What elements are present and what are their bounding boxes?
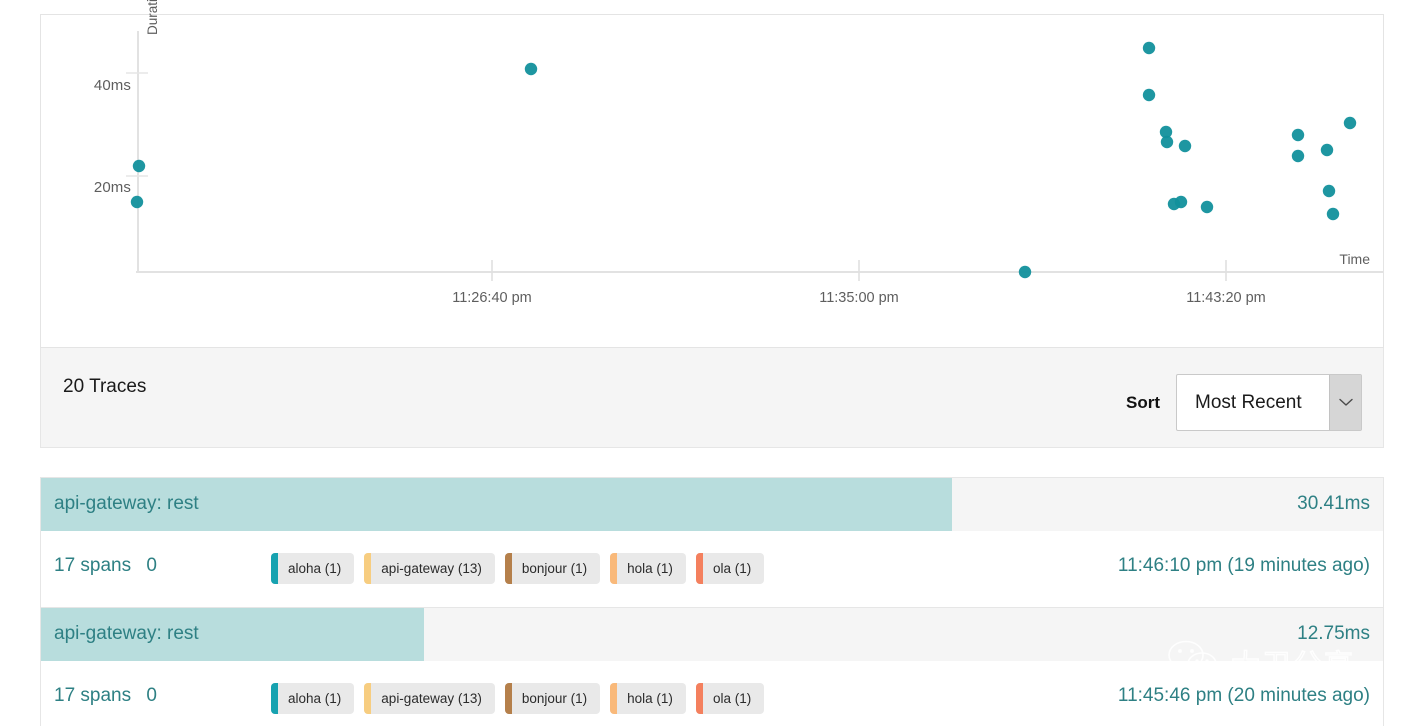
data-point-5[interactable] <box>1142 88 1156 102</box>
data-point-3[interactable] <box>1018 265 1032 279</box>
service-color-swatch <box>504 683 512 714</box>
service-badge[interactable]: ola (1) <box>695 553 765 584</box>
service-color-swatch <box>610 683 618 714</box>
trace-span-summary: 17 spans 0 <box>54 685 157 707</box>
service-badge-label: api-gateway (13) <box>381 691 482 706</box>
trace-result-item[interactable]: api-gateway: rest 12.75ms 17 spans 0 alo… <box>40 608 1384 726</box>
trace-timestamp: 11:45:46 pm (20 minutes ago) <box>1117 685 1370 706</box>
service-color-swatch <box>610 553 618 584</box>
data-point-4[interactable] <box>1142 41 1156 55</box>
x-axis-label: Time <box>1339 251 1370 267</box>
service-badge-label: hola (1) <box>627 561 673 576</box>
trace-result-item[interactable]: api-gateway: rest 30.41ms 17 spans 0 alo… <box>40 477 1384 608</box>
x-axis-tick-2: 11:35:00 pm <box>819 290 899 306</box>
x-axis-tick-3: 11:43:20 pm <box>1186 290 1266 306</box>
data-point-8[interactable] <box>1178 139 1192 153</box>
service-badge-label: ola (1) <box>712 561 752 576</box>
x-axis-tick-1: 11:26:40 pm <box>452 290 532 306</box>
trace-span-count: 17 spans <box>54 685 132 706</box>
sort-control-group: Sort Most Recent <box>1126 374 1362 431</box>
service-badge[interactable]: ola (1) <box>695 683 765 714</box>
y-axis-tick-20ms: 20ms <box>93 179 131 196</box>
y-axis-tick-40ms: 40ms <box>93 77 131 94</box>
service-color-swatch <box>695 683 703 714</box>
trace-header: api-gateway: rest 12.75ms <box>41 608 1383 661</box>
trace-body: 17 spans 0 aloha (1) api-gateway (13) bonj… <box>41 661 1383 726</box>
service-badge[interactable]: bonjour (1) <box>504 683 601 714</box>
trace-body: 17 spans 0 aloha (1) api-gateway (13) bonj… <box>41 531 1383 607</box>
trace-service-badges: aloha (1) api-gateway (13) bonjour (1) hola… <box>271 553 765 584</box>
data-point-16[interactable] <box>1322 184 1336 198</box>
data-point-17[interactable] <box>1326 207 1340 221</box>
service-badge-label: hola (1) <box>627 691 673 706</box>
trace-span-summary: 17 spans 0 <box>54 555 157 577</box>
trace-error-count: 0 <box>146 685 157 706</box>
data-point-12[interactable] <box>1291 128 1305 142</box>
data-point-15[interactable] <box>1343 116 1357 130</box>
service-badge-label: aloha (1) <box>288 561 342 576</box>
service-badge[interactable]: hola (1) <box>610 683 686 714</box>
trace-search-results-page: Duration Time 40ms 20ms 11:26:40 pm 11:3… <box>0 0 1405 726</box>
service-badge[interactable]: api-gateway (13) <box>364 553 495 584</box>
sort-label: Sort <box>1126 392 1160 412</box>
service-color-swatch <box>364 553 372 584</box>
service-color-swatch <box>695 553 703 584</box>
data-point-10[interactable] <box>1174 195 1188 209</box>
service-badge[interactable]: hola (1) <box>610 553 686 584</box>
service-badge[interactable]: aloha (1) <box>271 553 355 584</box>
trace-timestamp: 11:46:10 pm (19 minutes ago) <box>1117 555 1370 576</box>
duration-vs-time-scatter-chart[interactable]: Duration Time 40ms 20ms 11:26:40 pm 11:3… <box>40 0 1384 348</box>
service-badge[interactable]: aloha (1) <box>271 683 355 714</box>
traces-toolbar: 20 Traces Sort Most Recent <box>40 348 1384 448</box>
trace-service-badges: aloha (1) api-gateway (13) bonjour (1) hola… <box>271 683 765 714</box>
sort-select-value: Most Recent <box>1195 391 1302 413</box>
trace-title[interactable]: api-gateway: rest <box>54 623 199 645</box>
data-point-0[interactable] <box>132 159 146 173</box>
service-color-swatch <box>271 683 278 714</box>
y-axis-label: Duration <box>145 0 160 35</box>
service-badge-label: api-gateway (13) <box>381 561 482 576</box>
trace-span-count: 17 spans <box>54 555 132 576</box>
data-point-1[interactable] <box>130 195 144 209</box>
data-point-11[interactable] <box>1200 200 1214 214</box>
trace-title[interactable]: api-gateway: rest <box>54 493 199 515</box>
service-color-swatch <box>364 683 372 714</box>
data-point-13[interactable] <box>1291 149 1305 163</box>
data-point-7[interactable] <box>1160 135 1174 149</box>
service-badge-label: bonjour (1) <box>521 691 588 706</box>
trace-error-count: 0 <box>146 555 157 576</box>
trace-duration-value: 12.75ms <box>1297 623 1370 644</box>
traces-count-label: 20 Traces <box>63 376 147 397</box>
sort-select[interactable]: Most Recent <box>1176 374 1362 431</box>
service-badge[interactable]: api-gateway (13) <box>364 683 495 714</box>
service-color-swatch <box>271 553 278 584</box>
chevron-down-icon[interactable] <box>1329 375 1361 430</box>
service-badge[interactable]: bonjour (1) <box>504 553 601 584</box>
data-point-14[interactable] <box>1320 143 1334 157</box>
service-color-swatch <box>504 553 512 584</box>
service-badge-label: bonjour (1) <box>521 561 588 576</box>
trace-duration-value: 30.41ms <box>1297 493 1370 514</box>
service-badge-label: ola (1) <box>712 691 752 706</box>
trace-header: api-gateway: rest 30.41ms <box>41 478 1383 531</box>
service-badge-label: aloha (1) <box>288 691 342 706</box>
data-point-2[interactable] <box>524 62 538 76</box>
